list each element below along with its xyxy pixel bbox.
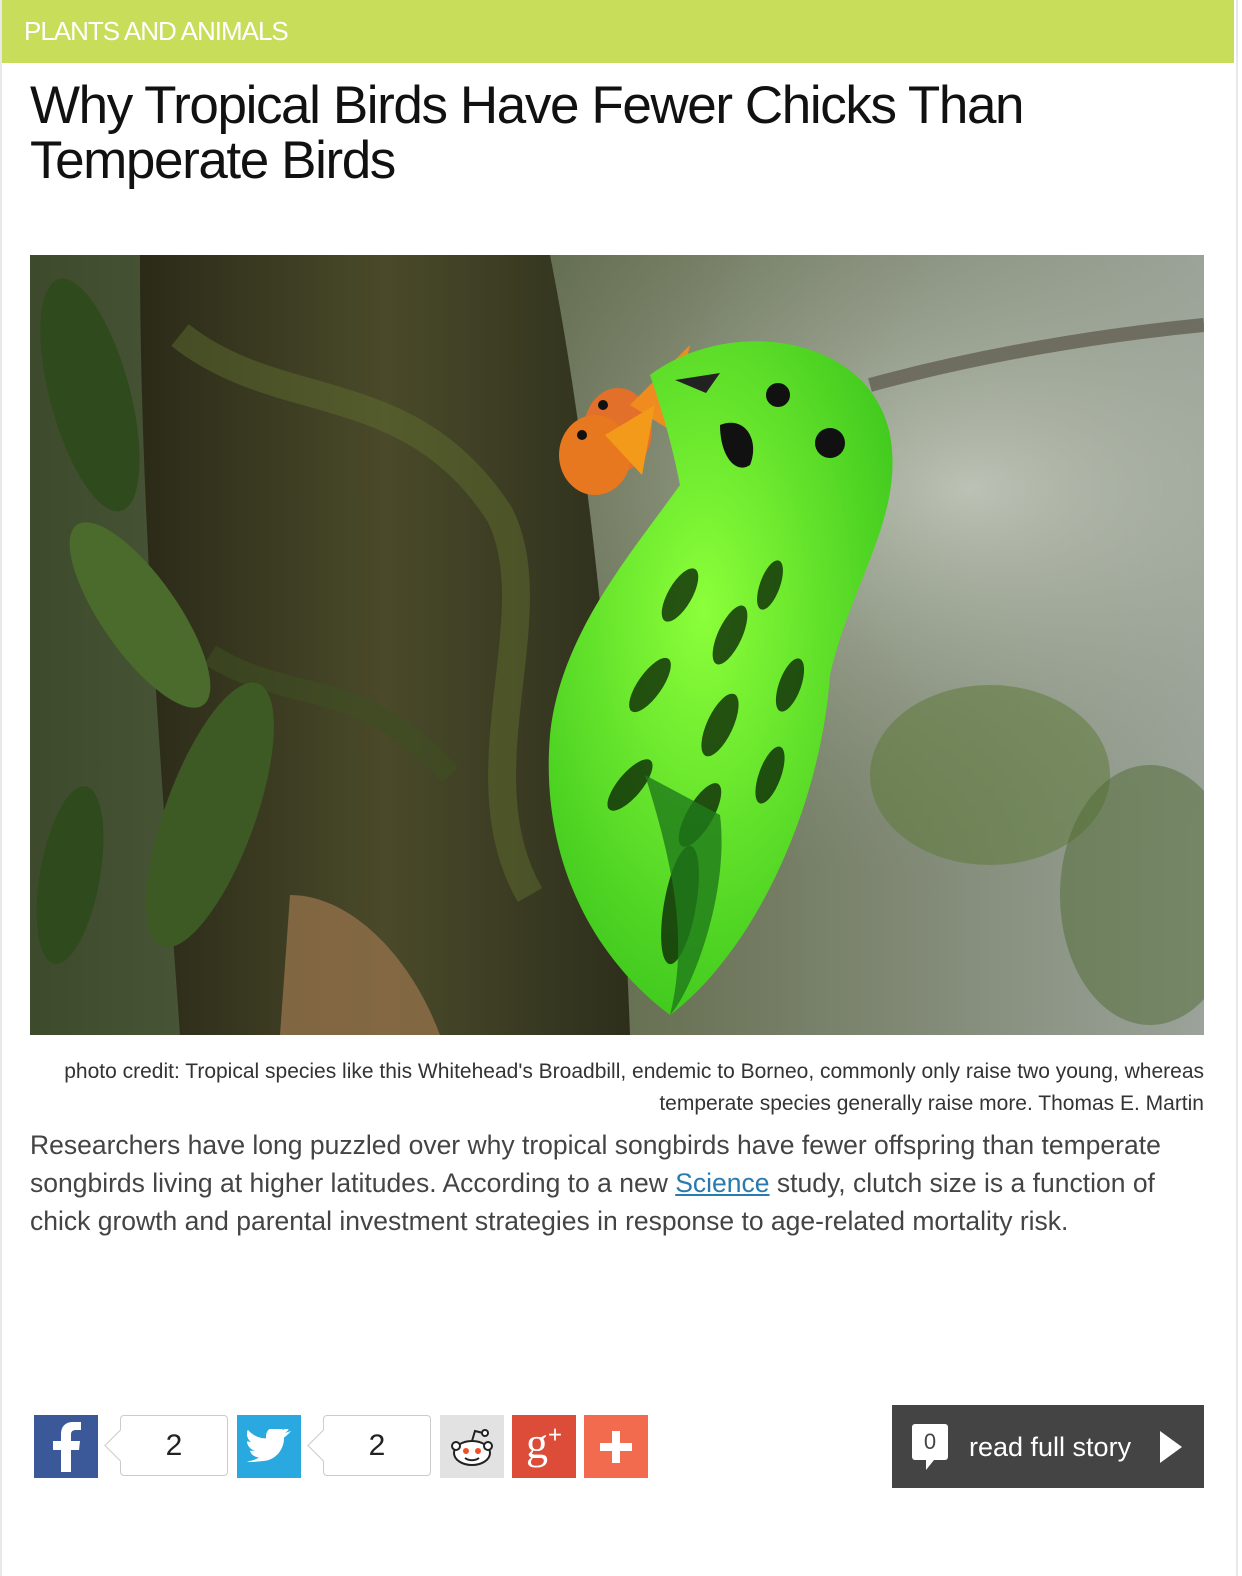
facebook-icon bbox=[53, 1421, 81, 1472]
broadbill-photo-illustration bbox=[30, 255, 1204, 1035]
facebook-share-count: 2 bbox=[104, 1415, 228, 1476]
comment-count-badge[interactable]: 0 bbox=[912, 1424, 948, 1470]
google-plus-icon: g+ bbox=[525, 1418, 562, 1468]
category-bar[interactable]: PLANTS AND ANIMALS bbox=[2, 0, 1234, 63]
photo-caption: photo credit: Tropical species like this… bbox=[64, 1060, 1204, 1115]
article-photo bbox=[30, 255, 1204, 1035]
article-title[interactable]: Why Tropical Birds Have Fewer Chicks Tha… bbox=[30, 78, 1190, 188]
reddit-icon bbox=[451, 1428, 493, 1466]
category-label[interactable]: PLANTS AND ANIMALS bbox=[24, 16, 289, 47]
facebook-count-value: 2 bbox=[165, 1428, 183, 1462]
comment-count: 0 bbox=[923, 1429, 937, 1454]
reddit-share-button[interactable] bbox=[440, 1415, 504, 1478]
google-plus-sup: + bbox=[547, 1420, 562, 1448]
plus-icon bbox=[600, 1430, 632, 1463]
google-plus-share-button[interactable]: g+ bbox=[512, 1415, 576, 1478]
play-arrow-icon bbox=[1160, 1431, 1182, 1463]
science-link[interactable]: Science bbox=[675, 1168, 769, 1198]
more-share-button[interactable] bbox=[584, 1415, 648, 1478]
read-full-story-label: read full story bbox=[969, 1432, 1132, 1462]
twitter-share-count: 2 bbox=[307, 1415, 431, 1476]
google-plus-glyph: g bbox=[525, 1418, 548, 1468]
facebook-share-button[interactable] bbox=[34, 1415, 98, 1478]
twitter-share-button[interactable] bbox=[237, 1415, 301, 1478]
article-summary: Researchers have long puzzled over why t… bbox=[30, 1126, 1200, 1240]
read-full-story-button[interactable]: 0 read full story bbox=[892, 1405, 1204, 1488]
twitter-icon bbox=[247, 1428, 291, 1462]
comment-bubble-tail bbox=[926, 1460, 934, 1470]
twitter-count-value: 2 bbox=[368, 1428, 386, 1462]
